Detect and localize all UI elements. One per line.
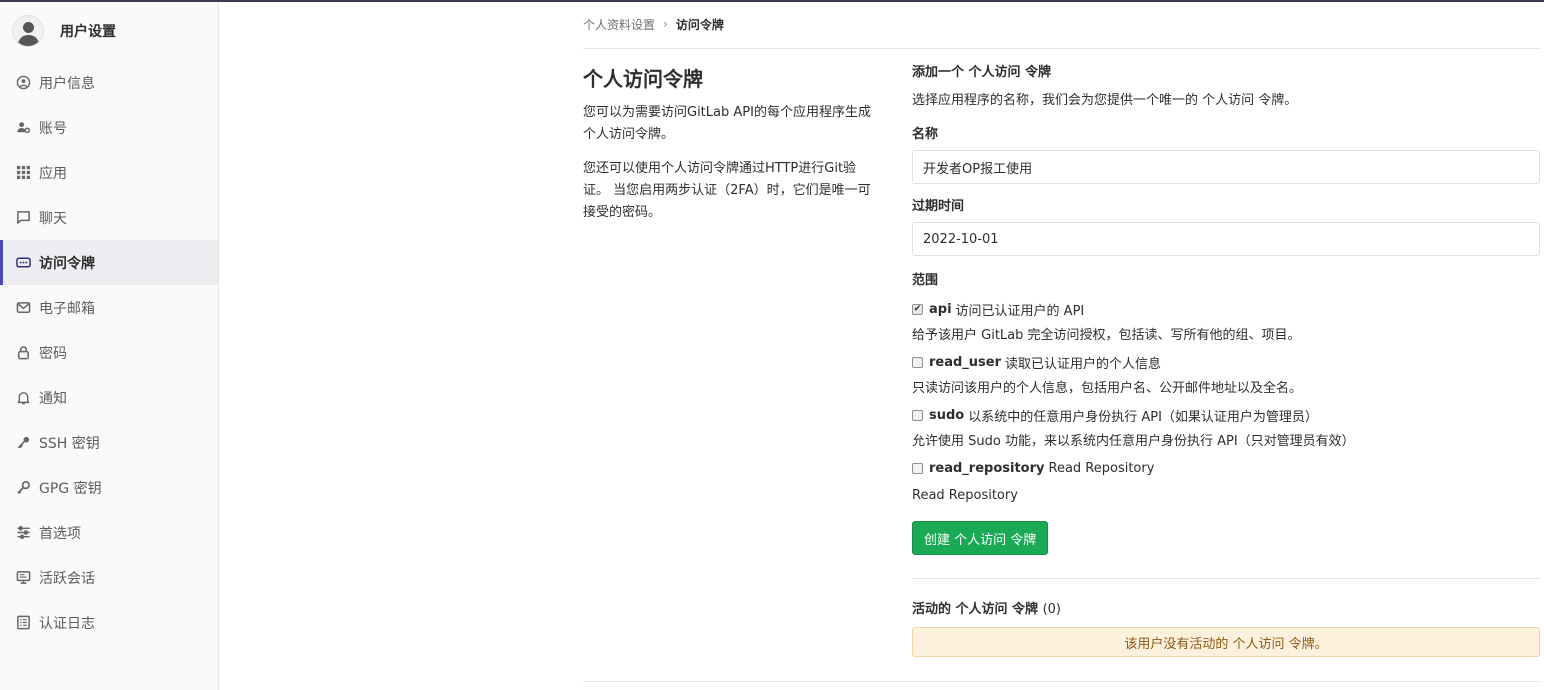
section-divider [912, 578, 1540, 579]
sidebar-item-label: 访问令牌 [39, 255, 95, 272]
active-tokens-count: (0) [1042, 602, 1062, 617]
sidebar-item-label: 电子邮箱 [39, 300, 95, 317]
sidebar-item-password[interactable]: 密码 [0, 330, 218, 375]
scope-help: 允许使用 Sudo 功能，来以系统内任意用户身份执行 API（只对管理员有效） [912, 434, 1355, 449]
sidebar-item-preferences[interactable]: 首选项 [0, 510, 218, 555]
form-heading: 添加一个 个人访问 令牌 [912, 65, 1052, 80]
sidebar-item-label: 活跃会话 [39, 570, 95, 587]
sidebar-item-applications[interactable]: 应用 [0, 150, 218, 195]
lock-icon [16, 345, 31, 360]
key-icon [16, 435, 31, 450]
avatar[interactable] [12, 15, 44, 47]
expires-at-input[interactable] [912, 222, 1540, 256]
scope-label: 以系统中的任意用户身份执行 API（如果认证用户为管理员） [968, 409, 1318, 425]
scope-label: 读取已认证用户的个人信息 [1005, 356, 1162, 372]
sidebar-item-label: 密码 [39, 345, 67, 362]
chat-icon [16, 210, 31, 225]
expires-label: 过期时间 [912, 199, 965, 214]
sidebar-item-label: GPG 密钥 [39, 480, 102, 497]
sidebar-item-ssh-keys[interactable]: SSH 密钥 [0, 420, 218, 465]
user-circle-icon [16, 75, 31, 90]
scopes-label: 范围 [912, 273, 939, 288]
sidebar-item-active-sessions[interactable]: 活跃会话 [0, 555, 218, 600]
sidebar-title: 用户设置 [60, 24, 116, 40]
sidebar-item-label: 认证日志 [39, 615, 95, 632]
sidebar-item-label: 聊天 [39, 210, 67, 227]
scope-read-repository-checkbox[interactable] [912, 462, 923, 474]
token-icon [16, 255, 31, 270]
intro-column: 个人访问令牌 您可以为需要访问GitLab API的每个应用程序生成个人访问令牌… [583, 64, 883, 236]
sidebar-item-label: 通知 [39, 390, 67, 407]
sliders-icon [16, 525, 31, 540]
bell-icon [16, 390, 31, 405]
scope-read-user-checkbox[interactable] [912, 356, 923, 368]
intro-paragraph-2: 您还可以使用个人访问令牌通过HTTP进行Git验证。 当您启用两步认证（2FA）… [583, 161, 871, 220]
sidebar-item-notifications[interactable]: 通知 [0, 375, 218, 420]
scope-sudo: sudo 以系统中的任意用户身份执行 API（如果认证用户为管理员） [912, 404, 1540, 426]
scope-name: sudo [929, 407, 965, 423]
scope-help: 只读访问该用户的个人信息，包括用户名、公开邮件地址以及全名。 [912, 381, 1303, 396]
scope-read-repository: read_repository Read Repository [912, 457, 1540, 479]
sidebar-item-label: 首选项 [39, 525, 81, 542]
no-tokens-alert: 该用户没有活动的 个人访问 令牌。 [912, 627, 1540, 657]
active-tokens-title-text: 活动的 个人访问 令牌 [912, 602, 1039, 617]
scope-sudo-checkbox[interactable] [912, 409, 923, 421]
sidebar-item-label: SSH 密钥 [39, 435, 100, 452]
mail-icon [16, 300, 31, 315]
intro-paragraph-1: 您可以为需要访问GitLab API的每个应用程序生成个人访问令牌。 [583, 105, 871, 142]
settings-sidebar: 用户设置 用户信息 账号 应用 聊天 访问令牌 电子邮箱 密码 通知 SSH 密… [0, 2, 219, 690]
scope-name: read_repository [929, 460, 1045, 476]
scope-help: Read Repository [912, 488, 1018, 503]
sidebar-item-access-tokens[interactable]: 访问令牌 [0, 240, 218, 285]
no-tokens-message: 该用户没有活动的 个人访问 令牌。 [1124, 636, 1328, 652]
name-label: 名称 [912, 127, 939, 142]
scope-label: 访问已认证用户的 API [955, 303, 1085, 319]
breadcrumb: 个人资料设置 › 访问令牌 [583, 0, 1540, 49]
sidebar-nav: 用户信息 账号 应用 聊天 访问令牌 电子邮箱 密码 通知 SSH 密钥 GPG… [0, 60, 218, 645]
breadcrumb-parent[interactable]: 个人资料设置 [583, 16, 655, 33]
sidebar-item-label: 账号 [39, 120, 67, 137]
breadcrumb-current: 访问令牌 [675, 17, 724, 32]
scope-api-checkbox[interactable]: ✔ [912, 303, 923, 315]
scope-read-user: read_user 读取已认证用户的个人信息 [912, 351, 1540, 373]
sidebar-item-auth-log[interactable]: 认证日志 [0, 600, 218, 645]
bottom-divider [583, 681, 1540, 682]
sidebar-item-emails[interactable]: 电子邮箱 [0, 285, 218, 330]
breadcrumb-separator-icon: › [663, 17, 668, 31]
sidebar-item-profile[interactable]: 用户信息 [0, 60, 218, 105]
sidebar-item-label: 应用 [39, 165, 67, 182]
scope-help: 给予该用户 GitLab 完全访问授权，包括读、写所有他的组、项目。 [912, 328, 1301, 343]
page-title: 个人访问令牌 [583, 67, 703, 91]
sidebar-header[interactable]: 用户设置 [0, 2, 218, 60]
grid-icon [16, 165, 31, 180]
token-form-column: 添加一个 个人访问 令牌 选择应用程序的名称，我们会为您提供一个唯一的 个人访问… [912, 62, 1540, 657]
sidebar-item-label: 用户信息 [39, 75, 95, 92]
sidebar-item-chat[interactable]: 聊天 [0, 195, 218, 240]
scope-api: ✔ api 访问已认证用户的 API [912, 298, 1540, 320]
sidebar-item-account[interactable]: 账号 [0, 105, 218, 150]
token-name-input[interactable] [912, 150, 1540, 184]
scope-label: Read Repository [1048, 460, 1155, 476]
scope-name: api [929, 301, 952, 317]
scope-name: read_user [929, 354, 1002, 370]
active-tokens-title: 活动的 个人访问 令牌 (0) [912, 599, 1540, 621]
create-token-button[interactable]: 创建 个人访问 令牌 [912, 521, 1049, 555]
sidebar-item-gpg-keys[interactable]: GPG 密钥 [0, 465, 218, 510]
user-gear-icon [16, 120, 31, 135]
monitor-icon [16, 570, 31, 585]
list-icon [16, 615, 31, 630]
form-subheading: 选择应用程序的名称，我们会为您提供一个唯一的 个人访问 令牌。 [912, 93, 1298, 108]
key-icon [16, 480, 31, 495]
